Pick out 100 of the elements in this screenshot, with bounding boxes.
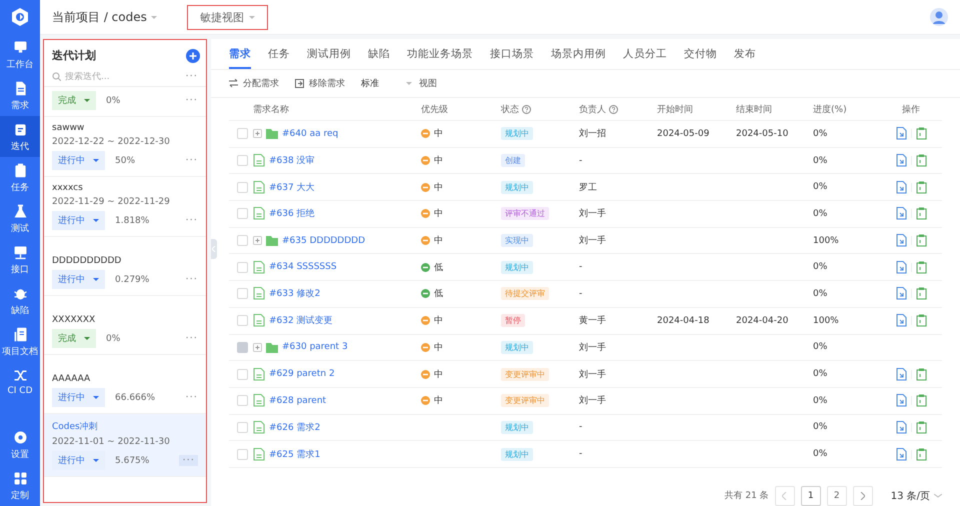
clipboard-icon[interactable]: [916, 127, 926, 140]
row-checkbox[interactable]: [237, 182, 248, 193]
more-button[interactable]: ···: [185, 274, 198, 285]
prev-page-button[interactable]: [774, 486, 795, 506]
nav-item[interactable]: 定制: [0, 465, 40, 506]
requirement-link[interactable]: #625 需求1: [269, 448, 320, 461]
view-selector[interactable]: 敏捷视图: [186, 4, 268, 30]
add-icon[interactable]: [186, 48, 200, 62]
clipboard-icon[interactable]: [916, 394, 926, 408]
requirement-link[interactable]: #636 拒绝: [269, 207, 315, 220]
requirement-link[interactable]: #635 DDDDDDDD: [282, 236, 366, 246]
iteration-item[interactable]: xxxxcs 2022-11-29 ~ 2022-11-29 进行中 1.818% ···: [44, 177, 206, 237]
iteration-item[interactable]: DDDDDDDDDD 进行中 0.279% ···: [44, 237, 206, 296]
edit-document-icon[interactable]: [896, 368, 906, 381]
edit-document-icon[interactable]: [896, 207, 906, 220]
tab[interactable]: 功能业务场景: [407, 47, 473, 69]
iteration-item[interactable]: Codes冲刺 2022-11-01 ~ 2022-11-30 进行中 5.675% ···: [44, 414, 206, 477]
requirement-link[interactable]: #633 修改2: [269, 287, 320, 300]
status-dropdown[interactable]: 进行中: [52, 388, 105, 407]
status-dropdown[interactable]: 进行中: [52, 151, 105, 170]
row-checkbox[interactable]: [237, 235, 248, 246]
iteration-item[interactable]: 完成 0% ···: [44, 87, 206, 117]
tab[interactable]: 任务: [268, 47, 290, 69]
row-checkbox[interactable]: [237, 262, 248, 273]
row-checkbox[interactable]: [237, 448, 248, 460]
row-checkbox[interactable]: [237, 288, 248, 300]
row-checkbox[interactable]: [237, 155, 248, 166]
more-button[interactable]: ···: [185, 392, 198, 403]
requirement-link[interactable]: #629 paretn 2: [269, 369, 335, 380]
edit-document-icon[interactable]: [896, 127, 906, 140]
nav-item[interactable]: 任务: [0, 157, 40, 198]
more-button[interactable]: ···: [185, 95, 198, 106]
nav-item[interactable]: CI CD: [0, 362, 40, 400]
tab[interactable]: 测试用例: [307, 47, 351, 69]
tab[interactable]: 需求: [229, 47, 251, 69]
status-dropdown[interactable]: 进行中: [52, 451, 105, 470]
clipboard-icon[interactable]: [916, 207, 926, 220]
collapse-handle[interactable]: [211, 239, 217, 259]
nav-item[interactable]: 需求: [0, 75, 40, 116]
edit-document-icon[interactable]: [896, 154, 906, 168]
toolbar-button[interactable]: 分配需求: [229, 77, 279, 90]
status-dropdown[interactable]: 完成: [52, 91, 96, 110]
requirement-link[interactable]: #640 aa req: [282, 128, 338, 139]
nav-item[interactable]: 测试: [0, 198, 40, 239]
clipboard-icon[interactable]: [916, 154, 926, 168]
toolbar-button[interactable]: 移除需求: [295, 77, 345, 90]
clipboard-icon[interactable]: [916, 287, 926, 300]
requirement-link[interactable]: #634 SSSSSSS: [269, 262, 337, 272]
more-button[interactable]: ···: [185, 155, 198, 166]
edit-document-icon[interactable]: [896, 234, 906, 248]
edit-document-icon[interactable]: [896, 448, 906, 461]
clipboard-icon[interactable]: [916, 234, 926, 248]
toolbar-button[interactable]: 视图: [405, 77, 437, 90]
requirement-link[interactable]: #638 没审: [269, 154, 315, 168]
status-dropdown[interactable]: 完成: [52, 329, 96, 348]
edit-document-icon[interactable]: [896, 260, 906, 274]
next-page-button[interactable]: [852, 486, 873, 506]
expand-icon[interactable]: [253, 129, 262, 138]
more-button[interactable]: ···: [185, 71, 198, 82]
status-dropdown[interactable]: 进行中: [52, 211, 105, 230]
tab[interactable]: 人员分工: [623, 47, 667, 69]
iteration-item[interactable]: sawww 2022-12-22 ~ 2022-12-30 进行中 50% ···: [44, 117, 206, 177]
page-button[interactable]: 2: [826, 486, 847, 506]
nav-item[interactable]: 工作台: [0, 34, 40, 75]
status-dropdown[interactable]: 进行中: [52, 270, 105, 289]
row-checkbox[interactable]: [237, 368, 248, 380]
page-button[interactable]: 1: [800, 486, 821, 506]
nav-item[interactable]: 接口: [0, 239, 40, 280]
edit-document-icon[interactable]: [896, 180, 906, 194]
tab[interactable]: 接口场景: [490, 47, 534, 69]
row-checkbox[interactable]: [237, 128, 248, 140]
nav-item[interactable]: 缺陷: [0, 280, 40, 321]
tab[interactable]: 场景内用例: [551, 47, 606, 69]
tab[interactable]: 缺陷: [368, 47, 390, 69]
nav-item[interactable]: 迭代: [0, 116, 40, 157]
edit-document-icon[interactable]: [896, 287, 906, 300]
iteration-item[interactable]: XXXXXXX 完成 0% ···: [44, 296, 206, 355]
row-checkbox[interactable]: [237, 422, 248, 433]
more-button[interactable]: ···: [185, 333, 198, 344]
toolbar-button[interactable]: 标准: [361, 77, 379, 90]
tab[interactable]: 交付物: [684, 47, 717, 69]
clipboard-icon[interactable]: [916, 420, 926, 434]
page-size-selector[interactable]: 13 条/页: [890, 488, 942, 503]
clipboard-icon[interactable]: [916, 260, 926, 274]
requirement-link[interactable]: #632 测试变更: [269, 314, 333, 328]
nav-item[interactable]: 设置: [0, 424, 40, 465]
requirement-link[interactable]: #637 大大: [269, 180, 315, 194]
clipboard-icon[interactable]: [916, 314, 926, 328]
clipboard-icon[interactable]: [916, 448, 926, 461]
clipboard-icon[interactable]: [916, 180, 926, 194]
avatar-icon[interactable]: [930, 8, 948, 26]
row-checkbox[interactable]: [237, 395, 248, 406]
project-selector[interactable]: 当前项目 / codes: [52, 8, 157, 26]
more-button[interactable]: ···: [179, 455, 198, 466]
requirement-link[interactable]: #626 需求2: [269, 420, 320, 434]
tab[interactable]: 发布: [734, 47, 756, 69]
edit-document-icon[interactable]: [896, 420, 906, 434]
expand-icon[interactable]: [253, 342, 262, 352]
edit-document-icon[interactable]: [896, 314, 906, 328]
requirement-link[interactable]: #628 parent: [269, 396, 326, 406]
